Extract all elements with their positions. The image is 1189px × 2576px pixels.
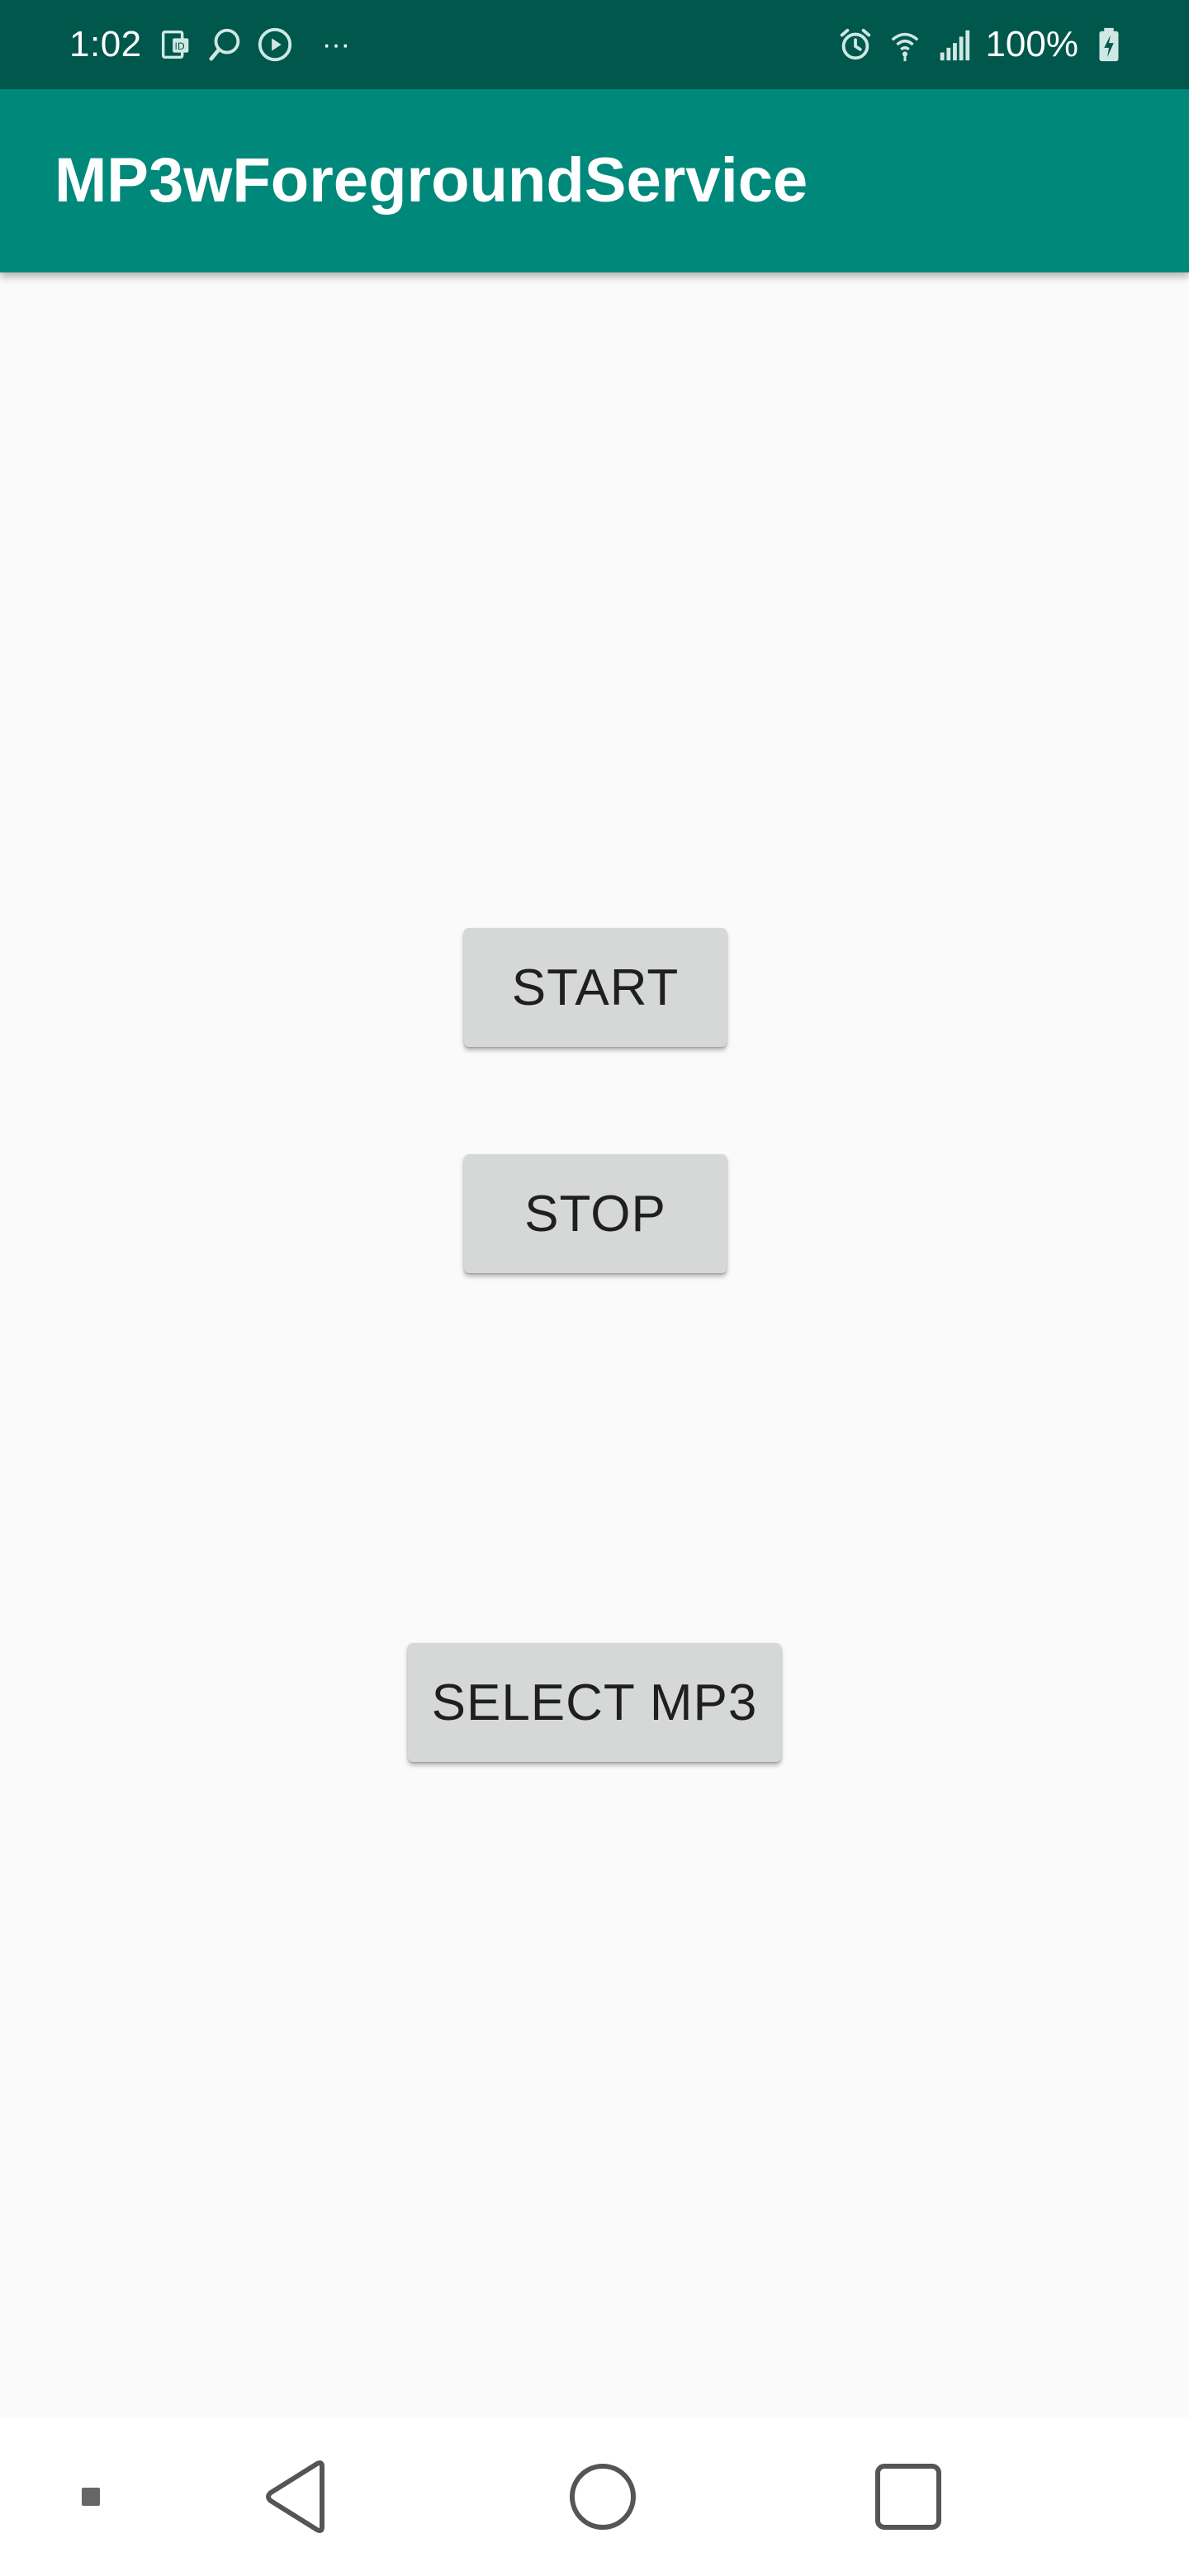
select-mp3-button[interactable]: SELECT MP3 bbox=[408, 1643, 781, 1762]
nav-recent-button[interactable] bbox=[859, 2454, 958, 2540]
app-bar: MP3wForegroundService bbox=[0, 89, 1189, 272]
signal-icon bbox=[940, 30, 970, 61]
svg-text:ID: ID bbox=[174, 40, 184, 52]
nav-home-button[interactable] bbox=[553, 2454, 652, 2540]
id-card-icon: ID bbox=[161, 30, 189, 59]
status-bar: 1:02 ID ··· 100% bbox=[0, 0, 1189, 89]
square-dot-icon bbox=[82, 2488, 100, 2506]
nav-extra-button[interactable] bbox=[58, 2464, 124, 2530]
status-system-icons: 100% bbox=[836, 20, 1128, 69]
nav-back-button[interactable] bbox=[248, 2454, 347, 2540]
start-button[interactable]: START bbox=[464, 928, 727, 1047]
play-circle-icon bbox=[258, 27, 292, 62]
battery-charging-icon bbox=[1099, 27, 1119, 62]
status-time: 1:02 bbox=[69, 24, 142, 64]
stop-button[interactable]: STOP bbox=[464, 1154, 727, 1273]
status-notification-icons: ID ··· bbox=[157, 21, 350, 68]
navigation-bar bbox=[0, 2417, 1189, 2576]
overflow-dots-icon: ··· bbox=[322, 29, 350, 60]
home-icon bbox=[570, 2464, 636, 2530]
search-icon bbox=[209, 28, 240, 61]
alarm-icon bbox=[841, 28, 871, 60]
wifi-icon bbox=[891, 32, 919, 62]
battery-percent: 100% bbox=[985, 24, 1078, 64]
app-title: MP3wForegroundService bbox=[54, 145, 808, 215]
back-icon bbox=[266, 2460, 324, 2533]
recent-apps-icon bbox=[875, 2464, 941, 2530]
